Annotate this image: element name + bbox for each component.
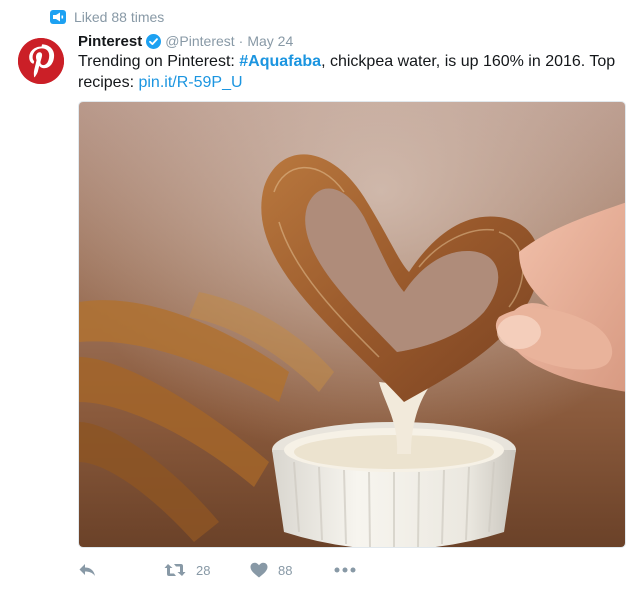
retweet-icon — [164, 562, 186, 578]
social-context: Liked 88 times — [50, 8, 164, 26]
tweet-actions: 28 88 — [78, 558, 356, 582]
like-count: 88 — [278, 562, 293, 578]
heart-icon — [250, 562, 268, 578]
tweet-date[interactable]: May 24 — [247, 33, 293, 49]
more-icon — [334, 567, 356, 573]
tweet-header: Pinterest @Pinterest · May 24 — [78, 31, 293, 51]
pinterest-logo-icon — [18, 38, 64, 84]
reply-icon — [78, 562, 96, 578]
author-name[interactable]: Pinterest — [78, 33, 142, 50]
url-link[interactable]: pin.it/R-59P_U — [138, 74, 242, 91]
tweet: Liked 88 times Pinterest @Pinterest · Ma… — [0, 0, 640, 594]
megaphone-icon — [50, 10, 66, 24]
churro-photo — [79, 102, 625, 547]
avatar[interactable] — [18, 38, 64, 84]
tweet-text-part-1: Trending on Pinterest: — [78, 53, 240, 70]
like-button[interactable]: 88 — [250, 562, 334, 578]
retweet-count: 28 — [196, 562, 211, 578]
reply-button[interactable] — [78, 562, 164, 578]
separator-dot: · — [238, 33, 244, 49]
more-button[interactable] — [334, 567, 356, 573]
author-handle[interactable]: @Pinterest — [165, 33, 234, 49]
tweet-text: Trending on Pinterest: #Aquafaba, chickp… — [78, 51, 626, 93]
social-context-text: Liked 88 times — [74, 9, 165, 25]
hashtag-link[interactable]: #Aquafaba — [239, 53, 321, 70]
verified-badge-icon — [146, 33, 162, 49]
tweet-media-photo[interactable] — [78, 101, 626, 548]
retweet-button[interactable]: 28 — [164, 562, 250, 578]
